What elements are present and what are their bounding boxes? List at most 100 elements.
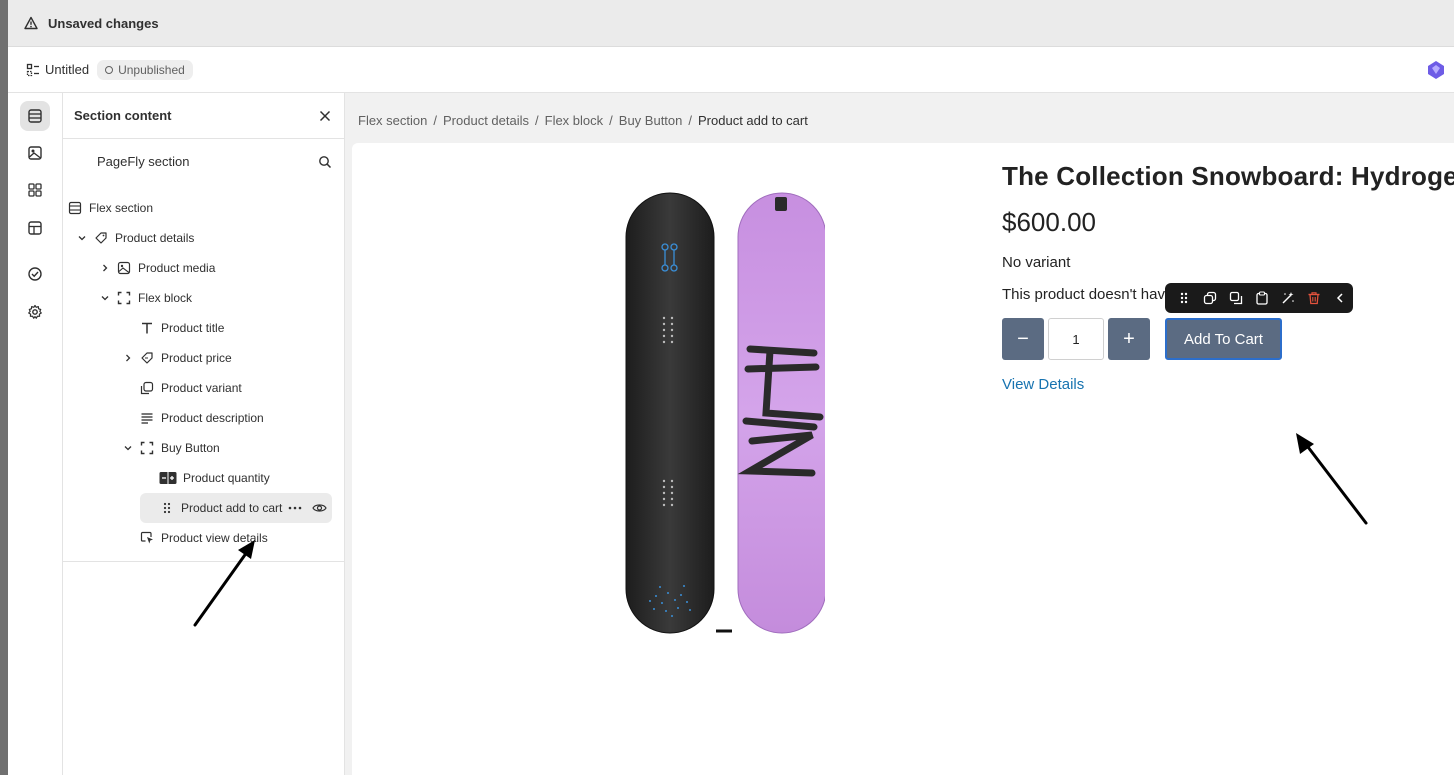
view-details-link[interactable]: View Details bbox=[1002, 376, 1084, 393]
pagefly-logo-icon[interactable] bbox=[1426, 60, 1446, 80]
quantity-increase-button[interactable]: + bbox=[1108, 318, 1150, 360]
search-icon[interactable] bbox=[318, 155, 332, 169]
layers-button[interactable] bbox=[20, 101, 50, 131]
tree-item-label: Buy Button bbox=[161, 441, 220, 455]
breadcrumb-current: Product add to cart bbox=[698, 113, 808, 128]
media-button[interactable] bbox=[20, 138, 50, 168]
tree-item-label: Product title bbox=[161, 321, 225, 335]
copy-icon[interactable] bbox=[1223, 287, 1249, 309]
settings-icon bbox=[28, 304, 42, 319]
checklist-button[interactable] bbox=[20, 259, 50, 289]
chevron-right-icon[interactable] bbox=[98, 261, 112, 275]
breadcrumb-item[interactable]: Flex block bbox=[545, 113, 604, 128]
breadcrumb-separator: / bbox=[535, 113, 539, 128]
tree-item-label: Product price bbox=[161, 351, 232, 365]
product-variant[interactable]: No variant bbox=[1002, 254, 1070, 271]
annotation-arrow-icon bbox=[1296, 433, 1368, 525]
tree-item-label: Product variant bbox=[161, 381, 242, 395]
product-image[interactable] bbox=[620, 191, 825, 636]
cursor-click-icon bbox=[139, 530, 155, 546]
tree-item-label: Flex block bbox=[138, 291, 193, 305]
breadcrumb-item[interactable]: Flex section bbox=[358, 113, 427, 128]
paragraph-icon bbox=[139, 410, 155, 426]
duplicate-icon[interactable] bbox=[1197, 287, 1223, 309]
warning-icon bbox=[24, 16, 38, 30]
eye-icon[interactable] bbox=[312, 502, 328, 514]
drag-handle-icon[interactable] bbox=[159, 500, 175, 516]
panel-title: Section content bbox=[74, 108, 172, 123]
elements-icon bbox=[28, 183, 42, 197]
product-price[interactable]: $600.00 bbox=[1002, 207, 1096, 238]
frame-icon bbox=[139, 440, 155, 456]
templates-icon bbox=[28, 221, 42, 235]
section-content-panel: Section content PageFly section Flex sec… bbox=[63, 93, 345, 775]
left-rail bbox=[8, 93, 63, 775]
panel-subheader: PageFly section bbox=[63, 139, 344, 184]
elements-button[interactable] bbox=[20, 175, 50, 205]
element-toolbar bbox=[1165, 283, 1353, 313]
tree-item-buy-button[interactable]: Buy Button bbox=[121, 433, 220, 463]
tree-item-label: Product details bbox=[115, 231, 195, 245]
product-title[interactable]: The Collection Snowboard: Hydroge bbox=[1002, 161, 1454, 192]
variant-icon bbox=[139, 380, 155, 396]
chevron-down-icon[interactable] bbox=[121, 441, 135, 455]
annotation-arrow-icon bbox=[193, 540, 255, 627]
panel-header: Section content bbox=[63, 93, 344, 139]
section-icon bbox=[67, 200, 83, 216]
chevron-down-icon[interactable] bbox=[75, 231, 89, 245]
tree-item-product-title[interactable]: Product title bbox=[139, 313, 224, 343]
checklist-icon bbox=[28, 267, 42, 281]
add-to-cart-button[interactable]: Add To Cart bbox=[1165, 318, 1282, 360]
text-icon bbox=[139, 320, 155, 336]
status-badge: Unpublished bbox=[97, 59, 193, 80]
quantity-input[interactable]: 1 bbox=[1048, 318, 1104, 360]
unsaved-changes-bar: Unsaved changes bbox=[8, 0, 1454, 47]
chevron-right-icon[interactable] bbox=[121, 351, 135, 365]
unsaved-changes-text: Unsaved changes bbox=[48, 15, 159, 31]
tree-item-product-variant[interactable]: Product variant bbox=[139, 373, 242, 403]
chevron-down-icon[interactable] bbox=[98, 291, 112, 305]
quantity-decrease-button[interactable]: − bbox=[1002, 318, 1044, 360]
frame-icon bbox=[116, 290, 132, 306]
more-options-icon[interactable] bbox=[288, 505, 302, 511]
tree-item-product-description[interactable]: Product description bbox=[139, 403, 264, 433]
magic-icon[interactable] bbox=[1275, 287, 1301, 309]
tree-item-flex-section[interactable]: Flex section bbox=[67, 193, 153, 223]
delete-icon[interactable] bbox=[1301, 287, 1327, 309]
breadcrumb-separator: / bbox=[688, 113, 693, 128]
breadcrumb: Flex section / Product details / Flex bl… bbox=[358, 113, 808, 128]
status-badge-label: Unpublished bbox=[118, 62, 185, 77]
page-title[interactable]: Untitled bbox=[45, 62, 89, 77]
tree-item-label: Product media bbox=[138, 261, 216, 275]
tree-item-label: Flex section bbox=[89, 201, 154, 215]
media-icon bbox=[28, 146, 42, 160]
breadcrumb-item[interactable]: Buy Button bbox=[619, 113, 683, 128]
tag-icon bbox=[93, 230, 109, 246]
product-description[interactable]: This product doesn't hav bbox=[1002, 286, 1165, 303]
collapse-icon[interactable] bbox=[1327, 287, 1353, 309]
page-icon bbox=[26, 63, 39, 76]
tree-item-product-quantity[interactable]: Product quantity bbox=[159, 463, 270, 493]
breadcrumb-separator: / bbox=[609, 113, 613, 128]
paste-icon[interactable] bbox=[1249, 287, 1275, 309]
app-window: Unsaved changes Untitled Unpublished Sec… bbox=[8, 0, 1454, 775]
image-icon bbox=[116, 260, 132, 276]
editor-topbar: Untitled Unpublished bbox=[8, 47, 1454, 93]
drag-icon[interactable] bbox=[1171, 287, 1197, 309]
templates-button[interactable] bbox=[20, 213, 50, 243]
tree-item-flex-block[interactable]: Flex block bbox=[98, 283, 192, 313]
tree-item-label: Product add to cart bbox=[181, 501, 283, 515]
settings-button[interactable] bbox=[20, 297, 50, 327]
tree-item-label: Product quantity bbox=[183, 471, 270, 485]
close-icon[interactable] bbox=[318, 109, 332, 123]
status-dot-icon bbox=[105, 65, 114, 74]
panel-subtitle: PageFly section bbox=[97, 154, 190, 169]
breadcrumb-separator: / bbox=[433, 113, 437, 128]
tree-item-product-details[interactable]: Product details bbox=[75, 223, 194, 253]
breadcrumb-item[interactable]: Product details bbox=[443, 113, 529, 128]
tree-item-product-media[interactable]: Product media bbox=[98, 253, 215, 283]
quantity-icon bbox=[159, 470, 177, 486]
tree-item-product-add-to-cart[interactable]: Product add to cart bbox=[140, 493, 332, 523]
tree-item-product-price[interactable]: Product price bbox=[121, 343, 232, 373]
price-tag-icon bbox=[139, 350, 155, 366]
